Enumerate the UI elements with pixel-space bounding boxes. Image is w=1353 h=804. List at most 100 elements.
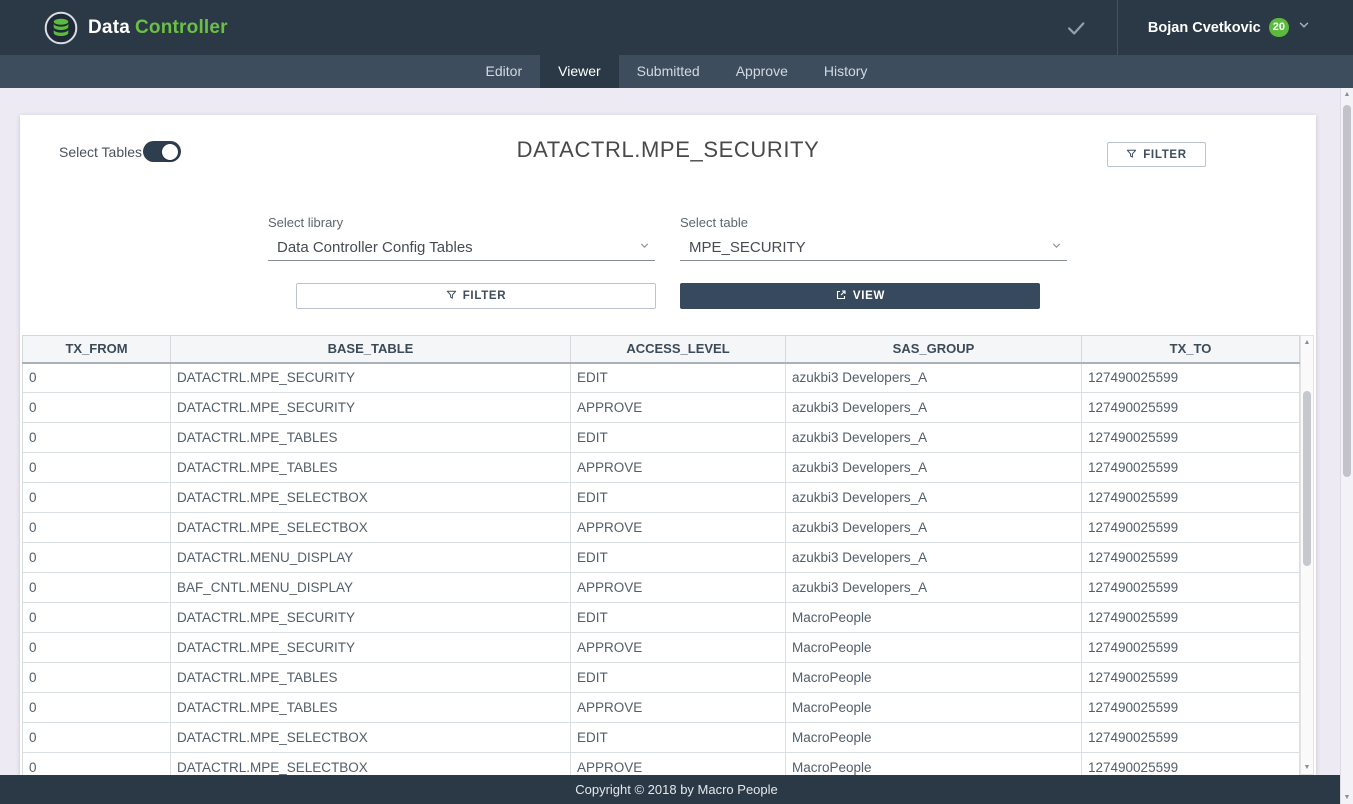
user-menu[interactable]: Bojan Cvetkovic 20 [1118, 0, 1353, 55]
table-cell[interactable]: MacroPeople [786, 633, 1082, 663]
table-row[interactable]: 0BAF_CNTL.MENU_DISPLAYAPPROVEazukbi3 Dev… [23, 573, 1300, 603]
table-cell[interactable]: DATACTRL.MPE_TABLES [171, 423, 571, 453]
table-row[interactable]: 0DATACTRL.MPE_SELECTBOXAPPROVEMacroPeopl… [23, 753, 1300, 776]
table-cell[interactable]: 0 [23, 423, 171, 453]
table-cell[interactable]: DATACTRL.MPE_SECURITY [171, 393, 571, 423]
table-cell[interactable]: EDIT [571, 543, 786, 573]
table-cell[interactable]: 127490025599 [1082, 393, 1300, 423]
tab-approve[interactable]: Approve [718, 55, 806, 88]
table-row[interactable]: 0DATACTRL.MPE_SECURITYAPPROVEazukbi3 Dev… [23, 393, 1300, 423]
table-cell[interactable]: APPROVE [571, 633, 786, 663]
scroll-down-icon[interactable]: ▼ [1301, 761, 1313, 774]
column-header[interactable]: SAS_GROUP [786, 336, 1082, 363]
table-cell[interactable]: MacroPeople [786, 603, 1082, 633]
table-cell[interactable]: 0 [23, 453, 171, 483]
table-cell[interactable]: MacroPeople [786, 723, 1082, 753]
check-icon[interactable] [1065, 17, 1087, 39]
table-cell[interactable]: azukbi3 Developers_A [786, 423, 1082, 453]
column-header[interactable]: BASE_TABLE [171, 336, 571, 363]
table-cell[interactable]: azukbi3 Developers_A [786, 543, 1082, 573]
table-cell[interactable]: DATACTRL.MPE_SECURITY [171, 603, 571, 633]
table-scrollbar-thumb[interactable] [1303, 391, 1311, 566]
table-cell[interactable]: MacroPeople [786, 693, 1082, 723]
table-cell[interactable]: 127490025599 [1082, 423, 1300, 453]
column-header[interactable]: ACCESS_LEVEL [571, 336, 786, 363]
table-cell[interactable]: DATACTRL.MPE_SECURITY [171, 633, 571, 663]
table-row[interactable]: 0DATACTRL.MPE_TABLESEDITMacroPeople12749… [23, 663, 1300, 693]
table-cell[interactable]: 127490025599 [1082, 543, 1300, 573]
table-row[interactable]: 0DATACTRL.MPE_SELECTBOXEDITazukbi3 Devel… [23, 483, 1300, 513]
table-cell[interactable]: DATACTRL.MPE_SELECTBOX [171, 483, 571, 513]
table-cell[interactable]: APPROVE [571, 753, 786, 776]
table-cell[interactable]: APPROVE [571, 573, 786, 603]
table-row[interactable]: 0DATACTRL.MPE_SECURITYAPPROVEMacroPeople… [23, 633, 1300, 663]
table-cell[interactable]: 0 [23, 633, 171, 663]
scroll-up-icon[interactable]: ▲ [1341, 88, 1353, 101]
table-cell[interactable]: 0 [23, 513, 171, 543]
table-cell[interactable]: 0 [23, 603, 171, 633]
scroll-up-icon[interactable]: ▲ [1301, 336, 1313, 349]
table-cell[interactable]: azukbi3 Developers_A [786, 393, 1082, 423]
table-cell[interactable]: EDIT [571, 423, 786, 453]
table-cell[interactable]: 0 [23, 573, 171, 603]
table-cell[interactable]: 0 [23, 393, 171, 423]
table-cell[interactable]: 0 [23, 753, 171, 776]
table-cell[interactable]: 127490025599 [1082, 753, 1300, 776]
table-cell[interactable]: 127490025599 [1082, 573, 1300, 603]
table-row[interactable]: 0DATACTRL.MPE_TABLESAPPROVEazukbi3 Devel… [23, 453, 1300, 483]
table-cell[interactable]: MacroPeople [786, 663, 1082, 693]
table-row[interactable]: 0DATACTRL.MENU_DISPLAYEDITazukbi3 Develo… [23, 543, 1300, 573]
table-cell[interactable]: EDIT [571, 483, 786, 513]
table-scrollbar[interactable]: ▲ ▼ [1300, 335, 1314, 775]
library-select[interactable]: Data Controller Config Tables [268, 234, 655, 261]
table-cell[interactable]: BAF_CNTL.MENU_DISPLAY [171, 573, 571, 603]
table-cell[interactable]: DATACTRL.MPE_SECURITY [171, 363, 571, 393]
table-cell[interactable]: EDIT [571, 723, 786, 753]
table-row[interactable]: 0DATACTRL.MPE_TABLESAPPROVEMacroPeople12… [23, 693, 1300, 723]
table-cell[interactable]: 127490025599 [1082, 693, 1300, 723]
filter-button[interactable]: FILTER [296, 283, 656, 309]
table-row[interactable]: 0DATACTRL.MPE_SELECTBOXAPPROVEazukbi3 De… [23, 513, 1300, 543]
table-cell[interactable]: azukbi3 Developers_A [786, 483, 1082, 513]
table-cell[interactable]: DATACTRL.MPE_TABLES [171, 453, 571, 483]
table-cell[interactable]: 0 [23, 723, 171, 753]
table-cell[interactable]: DATACTRL.MPE_SELECTBOX [171, 753, 571, 776]
table-cell[interactable]: 127490025599 [1082, 723, 1300, 753]
table-cell[interactable]: APPROVE [571, 453, 786, 483]
table-row[interactable]: 0DATACTRL.MPE_SECURITYEDITazukbi3 Develo… [23, 363, 1300, 393]
table-row[interactable]: 0DATACTRL.MPE_TABLESEDITazukbi3 Develope… [23, 423, 1300, 453]
table-cell[interactable]: APPROVE [571, 393, 786, 423]
table-cell[interactable]: 127490025599 [1082, 483, 1300, 513]
scroll-down-icon[interactable]: ▼ [1341, 791, 1353, 804]
table-cell[interactable]: DATACTRL.MPE_TABLES [171, 693, 571, 723]
table-cell[interactable]: azukbi3 Developers_A [786, 363, 1082, 393]
table-cell[interactable]: 127490025599 [1082, 663, 1300, 693]
tab-viewer[interactable]: Viewer [540, 55, 619, 88]
table-cell[interactable]: DATACTRL.MPE_SELECTBOX [171, 513, 571, 543]
table-select[interactable]: MPE_SECURITY [680, 234, 1067, 261]
table-cell[interactable]: azukbi3 Developers_A [786, 573, 1082, 603]
column-header[interactable]: TX_TO [1082, 336, 1300, 363]
table-cell[interactable]: azukbi3 Developers_A [786, 513, 1082, 543]
filter-top-button[interactable]: FILTER [1107, 142, 1206, 167]
table-cell[interactable]: 0 [23, 363, 171, 393]
view-button[interactable]: VIEW [680, 283, 1040, 309]
tab-history[interactable]: History [806, 55, 886, 88]
table-cell[interactable]: MacroPeople [786, 753, 1082, 776]
table-cell[interactable]: azukbi3 Developers_A [786, 453, 1082, 483]
table-cell[interactable]: 0 [23, 483, 171, 513]
table-row[interactable]: 0DATACTRL.MPE_SELECTBOXEDITMacroPeople12… [23, 723, 1300, 753]
table-cell[interactable]: DATACTRL.MPE_SELECTBOX [171, 723, 571, 753]
table-cell[interactable]: 127490025599 [1082, 363, 1300, 393]
table-cell[interactable]: 0 [23, 543, 171, 573]
table-cell[interactable]: 127490025599 [1082, 513, 1300, 543]
table-cell[interactable]: 0 [23, 663, 171, 693]
table-cell[interactable]: 127490025599 [1082, 453, 1300, 483]
table-cell[interactable]: EDIT [571, 363, 786, 393]
table-cell[interactable]: APPROVE [571, 513, 786, 543]
table-cell[interactable]: 0 [23, 693, 171, 723]
table-cell[interactable]: DATACTRL.MENU_DISPLAY [171, 543, 571, 573]
tab-submitted[interactable]: Submitted [619, 55, 718, 88]
table-row[interactable]: 0DATACTRL.MPE_SECURITYEDITMacroPeople127… [23, 603, 1300, 633]
table-cell[interactable]: 127490025599 [1082, 603, 1300, 633]
